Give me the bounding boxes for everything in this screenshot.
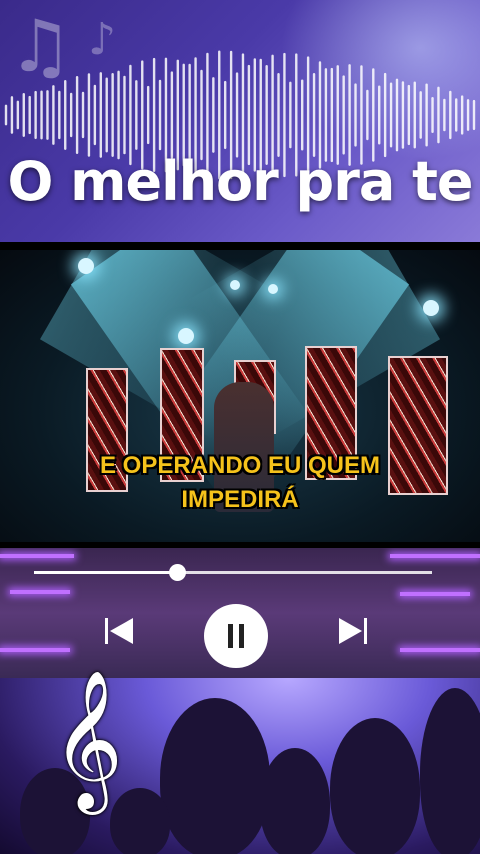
- wave-bar: [75, 75, 79, 155]
- pause-button[interactable]: [204, 604, 268, 668]
- stage-light: [423, 300, 439, 316]
- pause-icon: [228, 624, 233, 648]
- progress-knob[interactable]: [169, 564, 187, 581]
- wave-bar: [419, 91, 422, 139]
- wave-bar: [10, 96, 14, 134]
- neon-light: [400, 648, 480, 652]
- wave-bar: [301, 79, 304, 151]
- wave-bar: [383, 72, 387, 158]
- wave-bar: [413, 81, 416, 149]
- wave-bar: [81, 91, 85, 139]
- wave-bar: [16, 100, 20, 130]
- wave-bar: [40, 90, 43, 140]
- wave-bar: [455, 98, 458, 132]
- wave-bar: [389, 82, 393, 148]
- wave-bar: [69, 92, 73, 138]
- wave-bar: [170, 71, 174, 159]
- wave-bar: [117, 70, 120, 160]
- wave-bar: [401, 81, 405, 149]
- wave-bar: [58, 90, 61, 140]
- treble-clef-icon: 𝄞: [52, 670, 123, 809]
- neon-light: [0, 648, 70, 652]
- progress-fill: [34, 571, 178, 574]
- lyric-line-2: IMPEDIRÁ: [181, 486, 299, 513]
- wave-bar: [28, 95, 31, 135]
- wave-bar: [289, 81, 292, 149]
- wave-bar: [52, 85, 55, 145]
- wave-bar: [425, 83, 428, 147]
- crowd-silhouette: [160, 698, 270, 854]
- wave-bar: [4, 104, 8, 126]
- wave-bar: [99, 72, 102, 158]
- wave-bar: [200, 69, 203, 161]
- crowd-silhouette: [420, 688, 480, 854]
- video-frame[interactable]: E OPERANDO EU QUEM IMPEDIRÁ: [0, 250, 480, 542]
- wave-bar: [111, 72, 114, 158]
- wave-bar: [431, 96, 434, 134]
- crowd-silhouette: [260, 748, 330, 854]
- wave-bar: [472, 99, 476, 131]
- stage-light: [178, 328, 194, 344]
- stage-light: [268, 284, 278, 294]
- music-player: [0, 548, 480, 678]
- wave-bar: [87, 73, 91, 157]
- wave-bar: [135, 80, 138, 150]
- wave-bar: [437, 86, 440, 144]
- wave-bar: [342, 75, 345, 155]
- wave-bar: [93, 84, 97, 146]
- progress-bar[interactable]: [34, 564, 432, 581]
- wave-bar: [449, 90, 452, 140]
- wave-bar: [123, 75, 126, 155]
- wave-bar: [443, 98, 446, 132]
- wave-bar: [378, 85, 381, 145]
- neon-light: [10, 590, 70, 594]
- wave-bar: [105, 77, 108, 153]
- wave-bar: [312, 73, 316, 157]
- wave-bar: [158, 79, 162, 151]
- neon-light: [390, 554, 480, 558]
- wave-bar: [212, 77, 215, 153]
- wave-bar: [324, 68, 328, 162]
- header-banner: ♫ ♪ O melhor pra te: [0, 0, 480, 242]
- wave-bar: [460, 95, 464, 135]
- pause-icon: [239, 624, 244, 648]
- wave-bar: [223, 80, 227, 150]
- wave-bar: [34, 90, 37, 140]
- lyric-line-1: E OPERANDO EU QUEM: [99, 452, 381, 479]
- wave-bar: [277, 73, 280, 157]
- wave-bar: [354, 83, 357, 147]
- wave-bar: [235, 72, 239, 158]
- wave-bar: [64, 80, 67, 150]
- stage-light: [230, 280, 240, 290]
- wave-bar: [366, 89, 369, 141]
- wave-bar: [22, 93, 25, 137]
- wave-bar: [407, 84, 411, 146]
- wave-bar: [330, 67, 334, 163]
- wave-bar: [466, 99, 470, 131]
- divider: [0, 242, 480, 250]
- skip-previous-icon[interactable]: [104, 616, 134, 646]
- song-title: O melhor pra te: [7, 150, 473, 213]
- wave-bar: [46, 90, 49, 140]
- stage-light: [78, 258, 94, 274]
- crowd-silhouette: [330, 718, 420, 854]
- wave-bar: [146, 85, 150, 145]
- wave-bar: [395, 78, 399, 152]
- neon-light: [0, 554, 74, 558]
- wave-bar: [372, 68, 375, 162]
- neon-light: [400, 592, 470, 596]
- skip-next-icon[interactable]: [338, 616, 368, 646]
